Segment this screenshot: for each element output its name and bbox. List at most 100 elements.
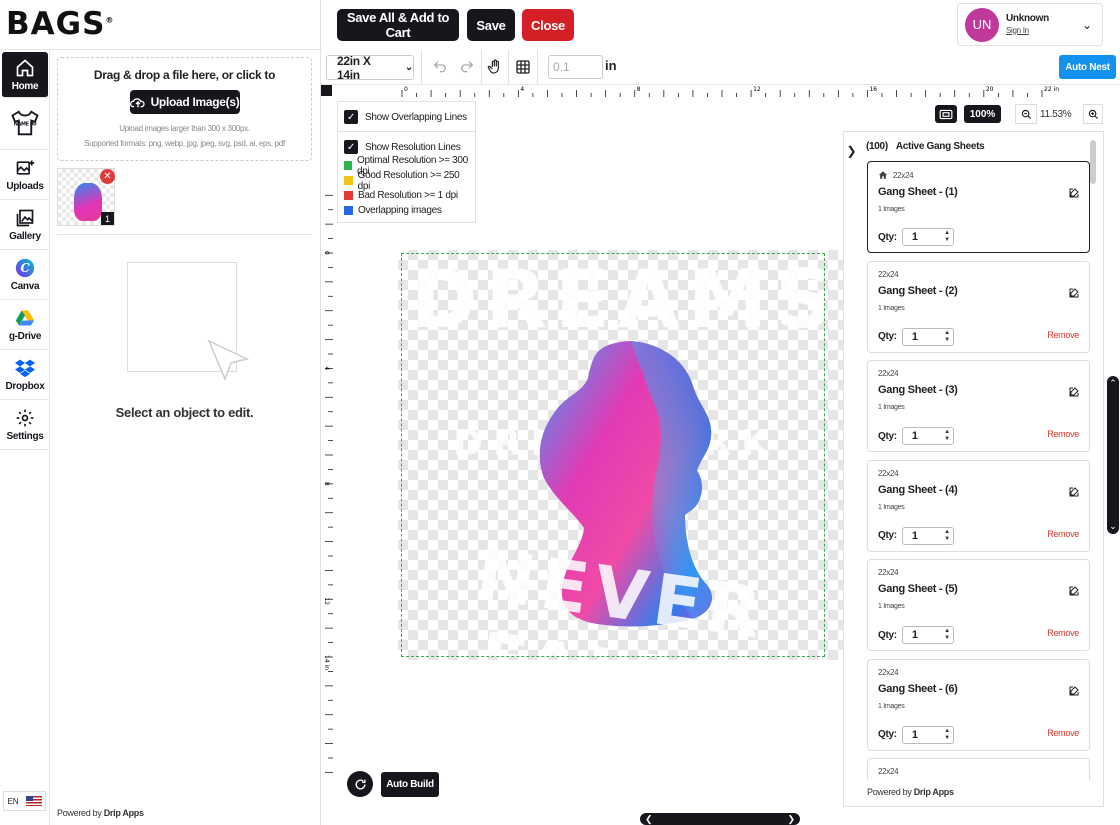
checkbox-checked-icon: ✓ [344, 140, 358, 154]
edit-icon[interactable] [1068, 187, 1080, 199]
thumbnail-artwork [74, 183, 102, 221]
horizontal-scrollbar[interactable]: ❮ ❯ [640, 813, 800, 825]
redo-icon[interactable] [459, 59, 475, 75]
remove-sheet-button[interactable]: Remove [1047, 529, 1079, 539]
stepper-arrows-icon[interactable]: ▲ ▼ [944, 628, 950, 642]
sidebar-item-settings[interactable]: Settings [0, 400, 50, 450]
quantity-stepper[interactable]: 1 ▲ ▼ [901, 526, 954, 545]
sidebar-item-gallery[interactable]: Gallery [0, 200, 50, 250]
ruler-label: 0 [404, 86, 408, 93]
edit-icon[interactable] [1068, 287, 1080, 299]
powered-by-footer: Powered by Drip Apps [57, 808, 144, 818]
grid-size-input[interactable]: 0.1 [548, 55, 603, 79]
stepper-arrows-icon[interactable]: ▲ ▼ [944, 728, 950, 742]
chevron-right-icon[interactable]: ❯ [787, 814, 795, 825]
name-tshirt-icon: NAME 00 [11, 110, 39, 136]
edit-icon[interactable] [1068, 685, 1080, 697]
qty-label: Qty: [878, 331, 897, 342]
gang-sheet-card[interactable]: 22x24 Gang Sheet - (3) 1 Images Qty: 1 ▲ ▼ Remo… [867, 360, 1090, 452]
zoom-in-button[interactable] [1083, 104, 1103, 124]
refresh-button[interactable] [347, 771, 373, 797]
quantity-stepper[interactable]: 1 ▲ ▼ [901, 626, 954, 644]
sidebar-item-dropbox[interactable]: Dropbox [0, 350, 50, 400]
fit-to-screen-button[interactable] [935, 105, 957, 123]
ruler-label: 8 [637, 86, 641, 93]
stepper-arrows-icon[interactable]: ▲ ▼ [944, 230, 950, 244]
undo-icon[interactable] [432, 59, 448, 75]
ruler-label: 20 [986, 86, 994, 93]
edit-icon[interactable] [1068, 486, 1080, 498]
chevron-up-icon[interactable]: ⌃ [1109, 378, 1117, 389]
file-dropzone[interactable]: Drag & drop a file here, or click to Upl… [57, 57, 312, 161]
remove-sheet-button[interactable]: Remove [1047, 728, 1079, 738]
powered-by-footer: Powered by Drip Apps [867, 787, 954, 797]
hand-pan-icon[interactable] [487, 59, 503, 75]
gang-sheet-card[interactable]: 22x24 Gang Sheet - (2) 1 Images Qty: 1 ▲ ▼ Remo… [867, 260, 1090, 353]
quantity-control: Qty: 1 ▲ ▼ [878, 427, 954, 445]
upload-format-hint: Supported formats: png, webp, jpg, jpeg,… [84, 139, 285, 148]
quantity-stepper[interactable]: 1 ▲ ▼ [901, 427, 954, 445]
chevron-left-icon[interactable]: ❮ [645, 814, 653, 825]
stepper-arrows-icon[interactable]: ▲ ▼ [944, 330, 950, 344]
sign-in-link[interactable]: Sign In [1006, 25, 1049, 37]
gang-sheet-card[interactable]: 22x24 Gang Sheet - (1) 1 Images Qty: 1 ▲ ▼ [867, 161, 1090, 253]
gang-sheet-card[interactable]: 22x24 [867, 758, 1090, 780]
gang-sheet-card[interactable]: 22x24 Gang Sheet - (6) 1 Images Qty: 1 ▲ ▼ Remo… [867, 658, 1090, 751]
upload-button-label: Upload Image(s) [150, 95, 240, 109]
ruler-label: 16 [869, 86, 877, 93]
vertical-scrollbar[interactable]: ⌃ ⌄ [1107, 376, 1119, 534]
sidebar-item-gdrive[interactable]: g-Drive [0, 300, 50, 350]
fit-screen-icon [939, 109, 953, 119]
uploaded-image-thumbnail[interactable]: ✕ 1 [57, 168, 115, 226]
save-all-add-to-cart-button[interactable]: Save All & Add to Cart [337, 9, 459, 41]
remove-sheet-button[interactable]: Remove [1047, 330, 1079, 340]
auto-build-button[interactable]: Auto Build [381, 772, 439, 797]
quantity-stepper[interactable]: 1 ▲ ▼ [901, 228, 954, 246]
sidebar-item-name-tshirt[interactable]: NAME 00 [0, 100, 50, 150]
sidebar-item-label: Settings [6, 430, 44, 442]
chevron-down-icon[interactable]: ⌄ [1082, 18, 1092, 32]
remove-sheet-button[interactable]: Remove [1047, 628, 1079, 638]
sheet-name: Gang Sheet - (5) [878, 583, 958, 595]
edit-icon[interactable] [1068, 585, 1080, 597]
user-menu[interactable]: UN Unknown Sign In ⌄ [957, 3, 1103, 46]
remove-sheet-button[interactable]: Remove [1047, 429, 1079, 439]
home-icon [16, 58, 34, 76]
language-selector[interactable]: EN [3, 791, 46, 811]
close-button[interactable]: Close [522, 9, 574, 41]
overlay-options: ✓ Show Overlapping Lines ✓ Show Resolution… [337, 101, 476, 223]
sheets-scrollbar[interactable] [1090, 140, 1096, 184]
chevron-down-icon[interactable]: ⌄ [1109, 521, 1117, 532]
gang-sheet-card[interactable]: 22x24 Gang Sheet - (5) 1 Images Qty: 1 ▲ ▼ Remo… [867, 559, 1090, 651]
collapse-panel-button[interactable]: ❯ [843, 131, 860, 171]
stepper-arrows-icon[interactable]: ▲ ▼ [944, 429, 950, 443]
quantity-stepper[interactable]: 1 ▲ ▼ [901, 327, 954, 346]
app-logo[interactable]: BAGS® [6, 6, 114, 42]
ruler-label: 4 [520, 86, 524, 93]
save-button[interactable]: Save [467, 9, 515, 41]
checkbox-label: Show Overlapping Lines [365, 111, 467, 123]
sidebar-item-uploads[interactable]: Uploads [0, 150, 50, 200]
zoom-100-button[interactable]: 100% [964, 105, 1001, 123]
grid-icon[interactable] [515, 59, 531, 75]
sidebar-item-canva[interactable]: C Canva [0, 250, 50, 300]
sidebar-item-label: g-Drive [8, 330, 42, 342]
gang-sheet-card[interactable]: 22x24 Gang Sheet - (4) 1 Images Qty: 1 ▲ ▼ Remo… [867, 459, 1090, 552]
sheet-image-count: 1 Images [878, 603, 905, 610]
remove-image-icon[interactable]: ✕ [100, 169, 115, 184]
zoom-level: 11.53% [1040, 109, 1072, 120]
show-overlapping-lines-checkbox[interactable]: ✓ Show Overlapping Lines [344, 106, 469, 128]
sidebar-item-home[interactable]: Home [2, 52, 48, 98]
upload-images-button[interactable]: Upload Image(s) [129, 90, 240, 114]
sheets-title-text: Active Gang Sheets [895, 141, 985, 152]
zoom-out-button[interactable] [1015, 104, 1037, 124]
quantity-stepper[interactable]: 1 ▲ ▼ [901, 725, 954, 744]
refresh-icon [355, 778, 366, 789]
sheet-image-count: 1 Images [878, 404, 905, 411]
stepper-arrows-icon[interactable]: ▲ ▼ [944, 529, 950, 543]
auto-nest-button[interactable]: Auto Nest [1059, 55, 1116, 79]
google-drive-icon [15, 310, 35, 325]
language-code: EN [7, 796, 19, 806]
sheet-size-select[interactable]: 22in X 14in ⌄ [326, 54, 414, 82]
edit-icon[interactable] [1068, 386, 1080, 398]
